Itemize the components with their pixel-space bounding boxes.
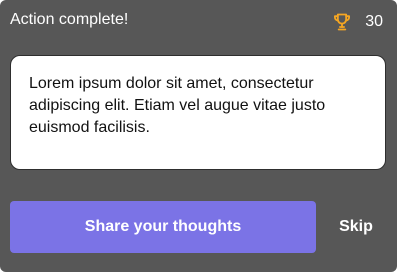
score-display: 30	[332, 11, 383, 33]
trophy-icon	[332, 12, 352, 32]
message-text: Lorem ipsum dolor sit amet, consectetur …	[29, 75, 326, 136]
skip-button[interactable]: Skip	[326, 201, 386, 253]
share-thoughts-button[interactable]: Share your thoughts	[10, 201, 316, 253]
score-value: 30	[365, 13, 383, 30]
action-complete-card: Action complete! 30 Lorem ipsum dolor si…	[0, 0, 397, 272]
card-title: Action complete!	[10, 11, 129, 28]
message-box: Lorem ipsum dolor sit amet, consectetur …	[10, 55, 386, 170]
